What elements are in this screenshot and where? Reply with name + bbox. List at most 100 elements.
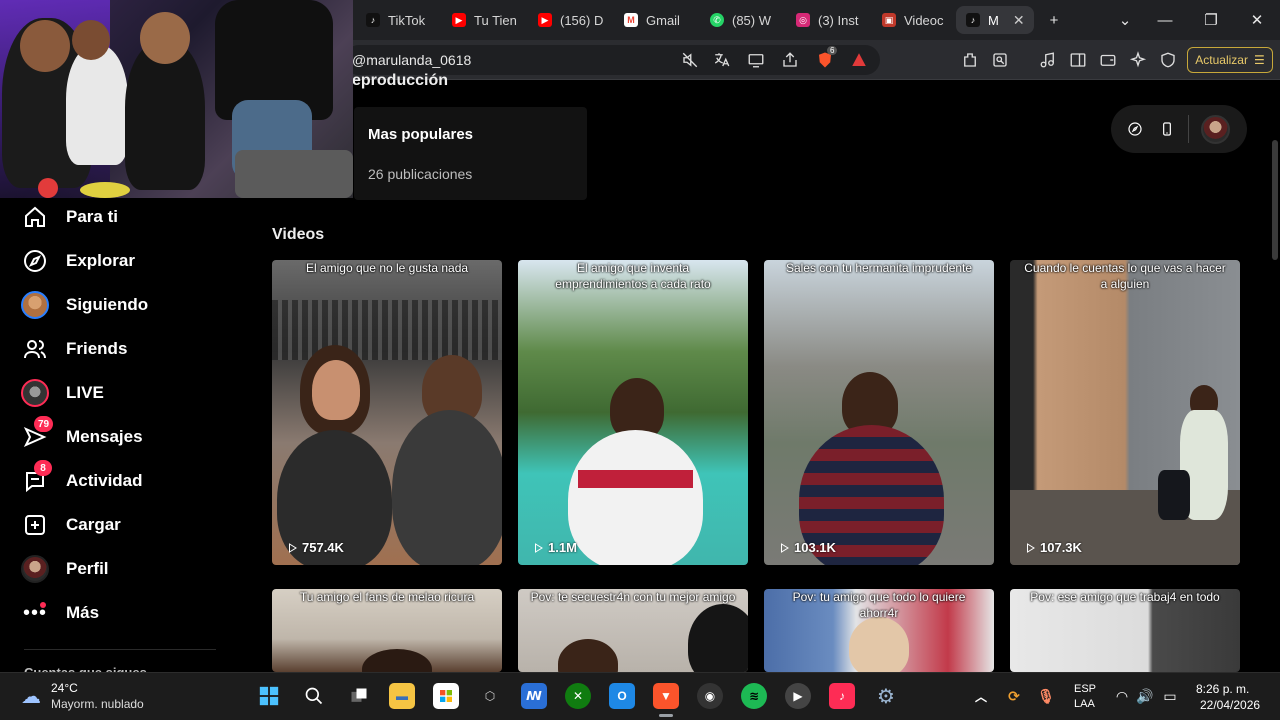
view-count: 103.1K bbox=[778, 540, 836, 555]
sidebar-toggle-icon[interactable] bbox=[1068, 50, 1088, 70]
battery-icon[interactable]: ▭ bbox=[1157, 683, 1183, 709]
tab-video[interactable]: ▣ Videoc bbox=[872, 6, 954, 34]
view-count-text: 1.1M bbox=[548, 540, 577, 555]
microphone-icon[interactable]: 🎙 bbox=[1033, 683, 1059, 709]
video-icon: ▣ bbox=[882, 13, 896, 27]
clock-time[interactable]: 8:26 p. m. bbox=[1196, 682, 1249, 696]
media-player-icon[interactable]: ▶ bbox=[785, 683, 811, 709]
sidebar-item-para-ti[interactable]: Para ti bbox=[20, 199, 240, 235]
tab-tiktok[interactable]: ♪ TikTok bbox=[356, 6, 438, 34]
vpn-shield-icon[interactable] bbox=[1158, 50, 1178, 70]
screenshot-icon[interactable] bbox=[990, 50, 1010, 70]
phone-icon[interactable] bbox=[1158, 120, 1176, 138]
brave-shield-icon[interactable]: 6 bbox=[815, 46, 838, 70]
tiktok-icon: ♪ bbox=[366, 13, 380, 27]
playlist-card[interactable] bbox=[354, 107, 587, 200]
video-card[interactable]: El amigo que no le gusta nada 757.4K bbox=[272, 260, 502, 565]
section-title: eproducción bbox=[352, 72, 449, 89]
leo-ai-icon[interactable] bbox=[1128, 50, 1148, 70]
mute-icon[interactable] bbox=[680, 50, 700, 70]
close-tab-icon[interactable]: ✕ bbox=[1013, 12, 1025, 29]
cast-icon[interactable] bbox=[746, 50, 766, 70]
outlook-icon[interactable]: O bbox=[609, 683, 635, 709]
video-card[interactable]: Cuando le cuentas lo que vas a hacer a a… bbox=[1010, 260, 1240, 565]
play-icon bbox=[289, 542, 297, 553]
video-caption: El amigo que no le gusta nada bbox=[305, 261, 469, 275]
divider bbox=[1188, 115, 1189, 143]
url-text[interactable]: @marulanda_0618 bbox=[352, 52, 471, 68]
tab-label: (156) D bbox=[560, 12, 604, 28]
sidebar-item-explorar[interactable]: Explorar bbox=[20, 243, 240, 279]
tiktok-app-icon[interactable]: ♪ bbox=[829, 683, 855, 709]
volume-icon[interactable]: 🔊 bbox=[1132, 683, 1158, 709]
update-button[interactable]: Actualizar ☰ bbox=[1187, 47, 1273, 73]
music-icon[interactable] bbox=[1038, 50, 1058, 70]
task-view-icon[interactable] bbox=[346, 683, 372, 709]
share-icon[interactable] bbox=[780, 50, 800, 70]
weather-description[interactable]: Mayorm. nublado bbox=[51, 697, 144, 711]
translate-icon[interactable] bbox=[712, 50, 732, 70]
weather-temperature[interactable]: 24°C bbox=[51, 681, 78, 695]
webcam-overlay bbox=[0, 0, 353, 198]
wallet-icon[interactable] bbox=[1098, 50, 1118, 70]
weather-cloud-icon[interactable]: ☁ bbox=[17, 683, 45, 709]
extensions-icon[interactable] bbox=[960, 50, 980, 70]
sidebar-item-siguiendo[interactable]: Siguiendo bbox=[20, 287, 240, 323]
sync-icon[interactable]: ⟳ bbox=[1001, 683, 1027, 709]
vs-code-icon[interactable]: ꟿ bbox=[521, 683, 547, 709]
person-face bbox=[312, 360, 360, 420]
sidebar-item-cargar[interactable]: Cargar bbox=[20, 507, 240, 543]
video-card[interactable]: Pov: te secuestr4n con tu mejor amigo bbox=[518, 589, 748, 672]
tab-youtube-2[interactable]: ▶ (156) D bbox=[528, 6, 610, 34]
windows-start-icon[interactable] bbox=[256, 683, 282, 709]
obs-icon[interactable]: ◉ bbox=[697, 683, 723, 709]
gate bbox=[272, 300, 502, 360]
language-indicator[interactable]: ESP bbox=[1074, 683, 1096, 695]
sidebar-item-mensajes[interactable]: 79 Mensajes bbox=[20, 416, 240, 455]
sidebar-item-friends[interactable]: Friends bbox=[20, 331, 240, 367]
sidebar-divider bbox=[24, 649, 216, 650]
user-avatar[interactable] bbox=[1201, 115, 1230, 144]
chevron-up-icon[interactable]: ︿ bbox=[968, 683, 994, 709]
xbox-icon[interactable]: ✕ bbox=[565, 683, 591, 709]
brave-rewards-icon[interactable] bbox=[849, 50, 869, 70]
brave-browser-icon[interactable]: ▼ bbox=[653, 683, 679, 709]
unity-icon[interactable]: ⬡ bbox=[477, 683, 503, 709]
tab-instagram[interactable]: ◎ (3) Inst bbox=[786, 6, 868, 34]
new-tab-button[interactable]: + bbox=[1032, 0, 1076, 40]
tab-youtube-1[interactable]: ▶ Tu Tien bbox=[442, 6, 524, 34]
keyboard-layout[interactable]: LAA bbox=[1074, 698, 1095, 710]
video-card[interactable]: El amigo que inventa emprendimientos a c… bbox=[518, 260, 748, 565]
minimize-button[interactable]: — bbox=[1142, 0, 1188, 40]
video-caption: El amigo que inventa emprendimientos a c… bbox=[555, 261, 711, 291]
tab-label: Gmail bbox=[646, 12, 680, 28]
video-card[interactable]: Sales con tu hermanita imprudente 103.1K bbox=[764, 260, 994, 565]
scrollbar[interactable] bbox=[1272, 140, 1278, 260]
video-card[interactable]: Pov: tu amigo que todo lo quiere ahorr4r bbox=[764, 589, 994, 672]
couch bbox=[235, 150, 353, 198]
sidebar-item-live[interactable]: LIVE bbox=[20, 375, 240, 411]
sidebar-item-perfil[interactable]: Perfil bbox=[20, 551, 240, 587]
clock-date[interactable]: 22/04/2026 bbox=[1200, 698, 1260, 712]
search-icon[interactable] bbox=[301, 683, 327, 709]
settings-gear-icon[interactable]: ⚙ bbox=[873, 683, 899, 709]
playlist-name[interactable]: Mas populares bbox=[368, 126, 473, 143]
upload-icon bbox=[20, 510, 50, 540]
microsoft-store-icon[interactable] bbox=[433, 683, 459, 709]
sidebar-item-actividad[interactable]: 8 Actividad bbox=[20, 460, 240, 499]
video-caption: Tu amigo el fans de melao ricura bbox=[299, 590, 475, 604]
tab-label: (85) W bbox=[732, 12, 771, 28]
video-card[interactable]: Pov: ese amigo que trabaj4 en todo bbox=[1010, 589, 1240, 672]
maximize-button[interactable]: ❐ bbox=[1188, 0, 1234, 40]
file-explorer-icon[interactable]: ▬ bbox=[389, 683, 415, 709]
tab-gmail[interactable]: M Gmail bbox=[614, 6, 696, 34]
video-card[interactable]: Tu amigo el fans de melao ricura bbox=[272, 589, 502, 672]
shirt-stripe bbox=[578, 470, 693, 488]
avatar-icon bbox=[20, 290, 50, 320]
tab-whatsapp[interactable]: ✆ (85) W bbox=[700, 6, 782, 34]
tab-active-tiktok[interactable]: ♪ M ✕ bbox=[956, 6, 1034, 34]
sidebar-item-mas[interactable]: ••• Más bbox=[20, 595, 240, 631]
compass-icon[interactable] bbox=[1126, 120, 1144, 138]
spotify-icon[interactable]: ≋ bbox=[741, 683, 767, 709]
close-window-button[interactable]: ✕ bbox=[1234, 0, 1280, 40]
